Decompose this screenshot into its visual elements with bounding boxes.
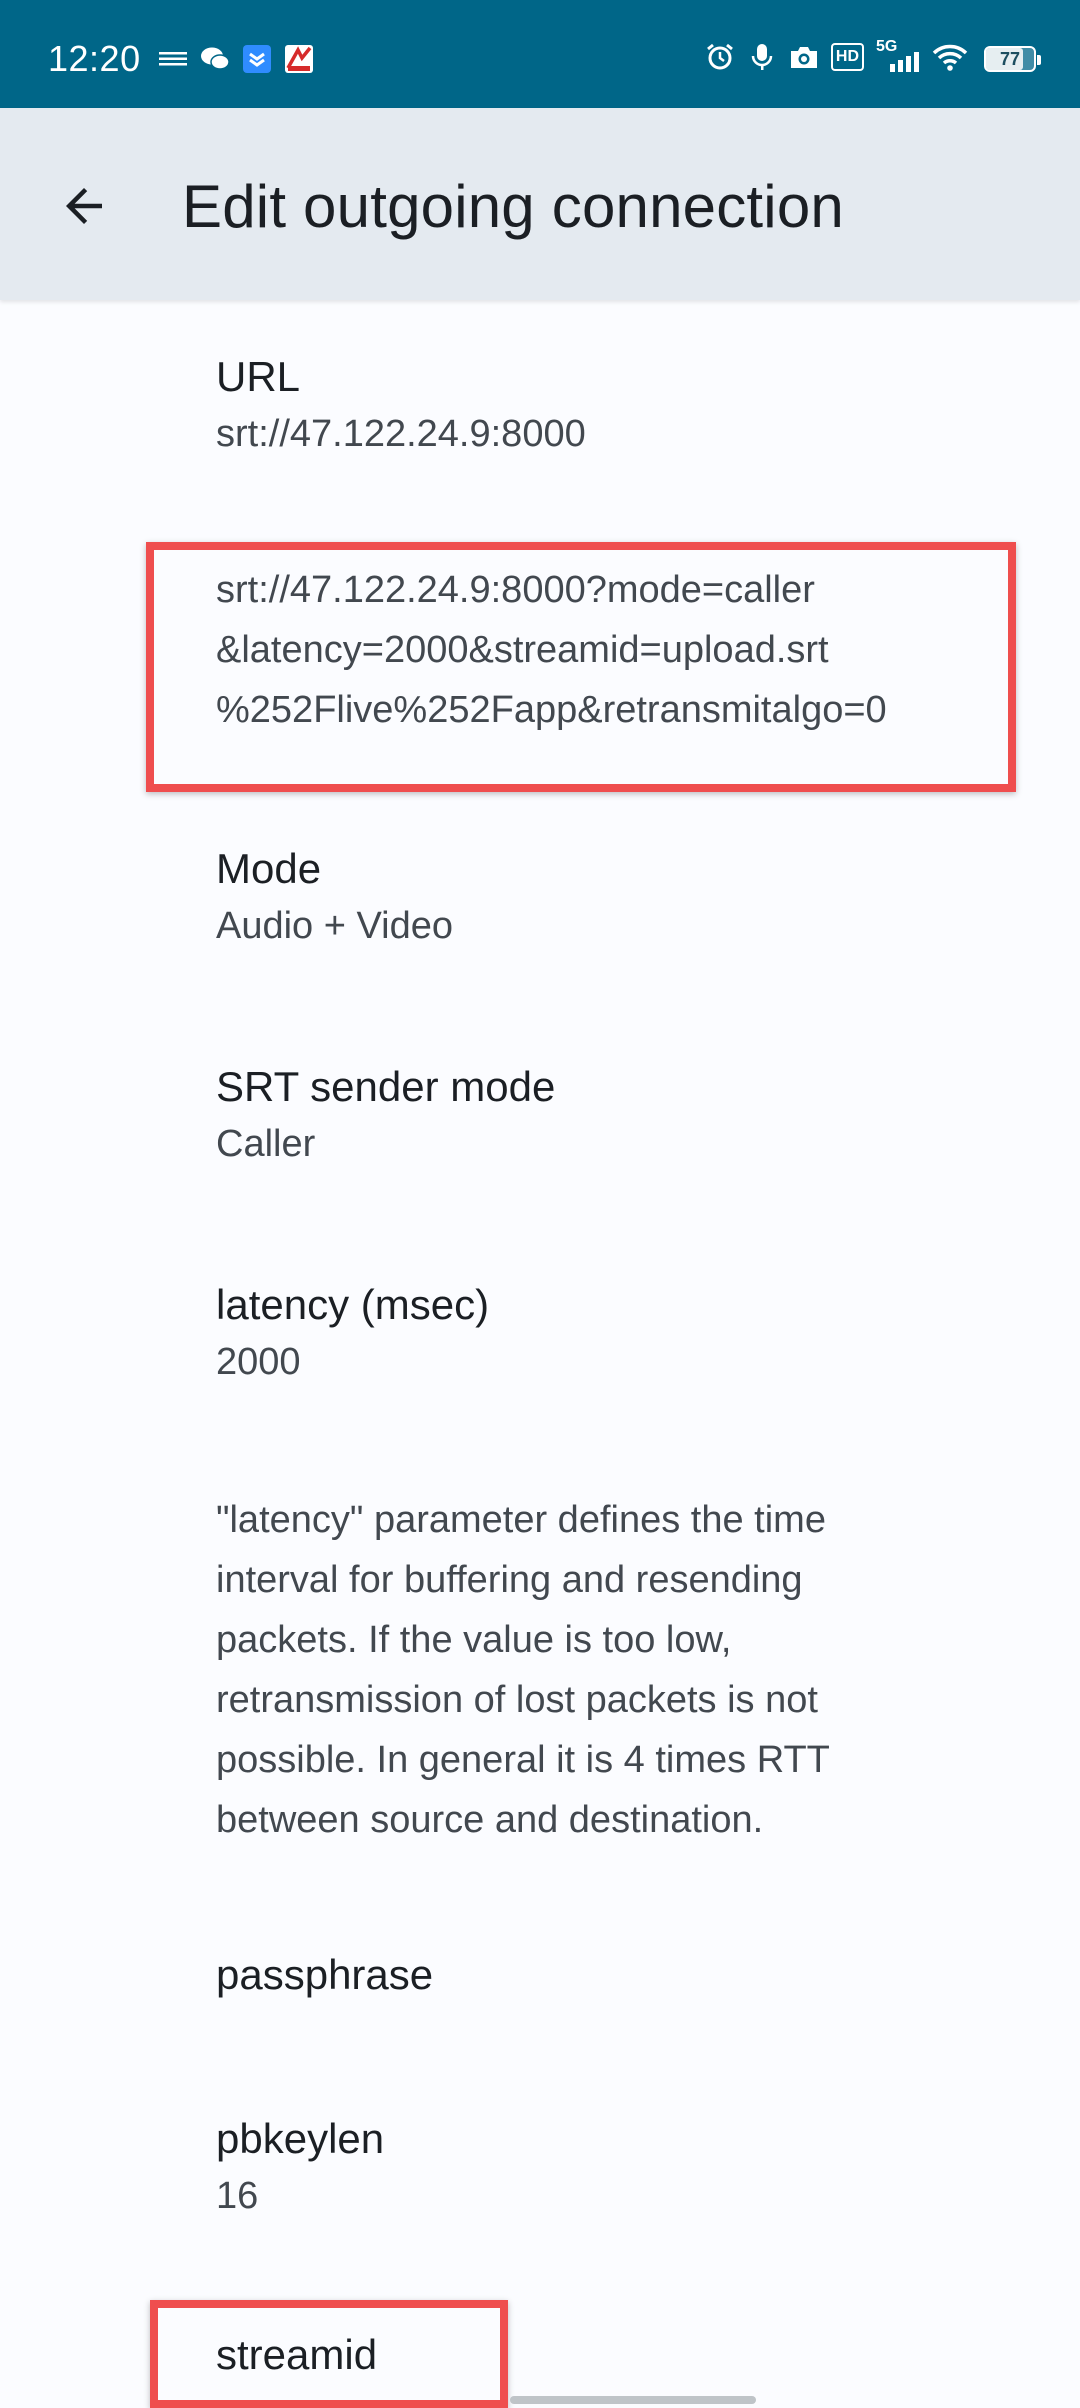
latency-info-line-4: retransmission of lost packets is not — [216, 1679, 818, 1721]
pref-passphrase-title: passphrase — [216, 1951, 434, 1998]
arrow-back-icon — [66, 188, 102, 224]
pref-passphrase[interactable]: passphrase — [216, 1948, 1016, 2002]
battery-icon: 77 — [984, 46, 1041, 72]
app-icon-2 — [284, 44, 314, 74]
battery-level: 77 — [999, 48, 1021, 69]
pref-latency[interactable]: latency (msec) 2000 — [216, 1278, 1016, 1386]
pref-pbkeylen-title: pbkeylen — [216, 2115, 385, 2162]
highlight-box-url — [146, 542, 1016, 792]
latency-info-line-6: between source and destination. — [216, 1799, 764, 1841]
screen: 12:20 HD 5G 77 Edit outgoing connection … — [0, 0, 1080, 2408]
pref-sender-mode-summary: Caller — [216, 1123, 316, 1165]
latency-info-line-5: possible. In general it is 4 times RTT — [216, 1739, 830, 1781]
pref-mode-summary: Audio + Video — [216, 905, 453, 947]
pref-mode[interactable]: Mode Audio + Video — [216, 842, 1016, 950]
latency-info-text: "latency" parameter defines the time int… — [216, 1490, 1016, 1850]
back-button[interactable] — [44, 166, 124, 246]
status-left-icons — [158, 44, 314, 74]
highlight-box-streamid — [150, 2300, 508, 2408]
pref-url-title: URL — [216, 353, 301, 400]
wifi-icon — [932, 42, 968, 72]
pref-url-summary: srt://47.122.24.9:8000 — [216, 413, 586, 455]
pref-sender-mode-title: SRT sender mode — [216, 1063, 556, 1110]
pref-sender-mode[interactable]: SRT sender mode Caller — [216, 1060, 1016, 1168]
status-time: 12:20 — [48, 38, 141, 79]
latency-info-line-1: "latency" parameter defines the time — [216, 1499, 826, 1541]
status-right-icons: HD 5G — [705, 38, 968, 72]
hd-icon: HD — [830, 43, 864, 71]
alarm-icon — [705, 42, 735, 72]
pref-latency-title: latency (msec) — [216, 1281, 490, 1328]
pref-pbkeylen-summary: 16 — [216, 2175, 259, 2217]
status-bar: 12:20 HD 5G 77 — [0, 0, 1080, 108]
signal-5g-icon: 5G — [876, 38, 920, 72]
latency-info-line-3: packets. If the value is too low, — [216, 1619, 732, 1661]
pref-pbkeylen[interactable]: pbkeylen 16 — [216, 2112, 1016, 2220]
mic-icon — [747, 42, 777, 72]
notification-icon — [158, 44, 188, 74]
latency-info-line-2: interval for buffering and resending — [216, 1559, 803, 1601]
camera-icon — [789, 42, 819, 72]
wechat-icon — [200, 44, 230, 74]
pref-url[interactable]: URL srt://47.122.24.9:8000 — [216, 350, 1016, 458]
page-title: Edit outgoing connection — [182, 173, 844, 240]
scroll-indicator — [510, 2396, 756, 2404]
pref-mode-title: Mode — [216, 845, 322, 892]
pref-latency-summary: 2000 — [216, 1341, 301, 1383]
app-icon — [242, 44, 272, 74]
app-bar: Edit outgoing connection — [0, 108, 1080, 300]
